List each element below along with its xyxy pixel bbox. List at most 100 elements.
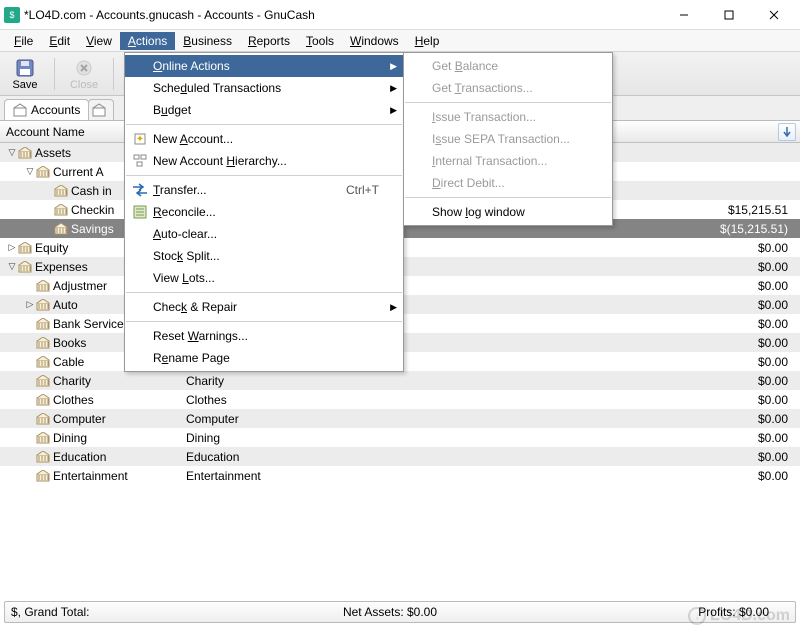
- account-row[interactable]: DiningDining$0.00: [0, 428, 800, 447]
- bank-icon: [36, 394, 50, 406]
- account-name-cell: Charity: [0, 371, 180, 390]
- account-name: Assets: [35, 146, 71, 160]
- menu-item: Direct Debit...: [404, 172, 612, 194]
- menu-item-label: Reset Warnings...: [153, 329, 379, 343]
- maximize-button[interactable]: [706, 0, 751, 30]
- account-total-cell: $0.00: [410, 431, 800, 445]
- account-name: Cash in: [71, 184, 112, 198]
- menu-view[interactable]: View: [78, 32, 120, 50]
- account-row[interactable]: EducationEducation$0.00: [0, 447, 800, 466]
- tab-label: Accounts: [31, 103, 80, 117]
- expand-toggle[interactable]: ▷: [6, 242, 18, 253]
- menu-item-label: Check & Repair: [153, 300, 379, 314]
- expand-toggle[interactable]: ▷: [24, 299, 36, 310]
- bank-icon: [18, 242, 32, 254]
- account-name: Current A: [53, 165, 104, 179]
- menu-item[interactable]: Check & Repair▶: [125, 296, 403, 318]
- account-name-cell: Clothes: [0, 390, 180, 409]
- menu-item-icon: [408, 57, 430, 75]
- account-total-cell: $0.00: [410, 241, 800, 255]
- menu-item[interactable]: Online Actions▶: [125, 55, 403, 77]
- save-icon: [14, 57, 36, 79]
- menu-item[interactable]: Auto-clear...: [125, 223, 403, 245]
- menu-item: Internal Transaction...: [404, 150, 612, 172]
- menu-reports[interactable]: Reports: [240, 32, 298, 50]
- close-label: Close: [70, 79, 98, 91]
- menu-item-label: Auto-clear...: [153, 227, 379, 241]
- account-row[interactable]: ClothesClothes$0.00: [0, 390, 800, 409]
- menu-item-label: New Account...: [153, 132, 379, 146]
- minimize-button[interactable]: [661, 0, 706, 30]
- expand-toggle[interactable]: ▽: [6, 147, 18, 158]
- menu-separator: [126, 292, 402, 293]
- account-total-cell: $0.00: [410, 412, 800, 426]
- menu-item-label: Get Balance: [432, 59, 588, 73]
- account-name-cell: Dining: [0, 428, 180, 447]
- menu-item[interactable]: Budget▶: [125, 99, 403, 121]
- column-chooser-button[interactable]: [778, 123, 796, 141]
- account-name: Expenses: [35, 260, 88, 274]
- menu-item[interactable]: Reset Warnings...: [125, 325, 403, 347]
- bank-icon: [36, 470, 50, 482]
- toolbar-separator: [113, 58, 114, 90]
- account-total-cell: $0.00: [410, 336, 800, 350]
- account-desc-cell: Entertainment: [180, 466, 410, 485]
- submenu-arrow-icon: ▶: [390, 83, 397, 94]
- account-name: Computer: [53, 412, 106, 426]
- account-total-cell: $0.00: [410, 260, 800, 274]
- svg-text:$: $: [9, 10, 14, 20]
- menu-edit[interactable]: Edit: [41, 32, 78, 50]
- accounts-tab-icon: [13, 103, 27, 117]
- menu-windows[interactable]: Windows: [342, 32, 407, 50]
- expand-toggle[interactable]: ▽: [6, 261, 18, 272]
- bank-icon: [18, 147, 32, 159]
- save-button[interactable]: Save: [6, 57, 44, 91]
- menu-item[interactable]: Reconcile...: [125, 201, 403, 223]
- menu-item[interactable]: Show log window: [404, 201, 612, 223]
- menu-item-icon: [129, 327, 151, 345]
- menu-item[interactable]: Transfer...Ctrl+T: [125, 179, 403, 201]
- account-total-cell: $0.00: [410, 317, 800, 331]
- submenu-arrow-icon: ▶: [390, 61, 397, 72]
- menu-file[interactable]: File: [6, 32, 41, 50]
- bank-icon: [36, 166, 50, 178]
- account-row[interactable]: CharityCharity$0.00: [0, 371, 800, 390]
- window-controls: [661, 0, 796, 30]
- online-actions-submenu: Get BalanceGet Transactions...Issue Tran…: [403, 52, 613, 226]
- menu-tools[interactable]: Tools: [298, 32, 342, 50]
- menu-separator: [405, 102, 611, 103]
- menu-item-label: Show log window: [432, 205, 588, 219]
- menu-business[interactable]: Business: [175, 32, 240, 50]
- account-total-cell: $0.00: [410, 355, 800, 369]
- menu-item-label: New Account Hierarchy...: [153, 154, 379, 168]
- menu-item[interactable]: Stock Split...: [125, 245, 403, 267]
- tab-secondary[interactable]: [88, 99, 114, 120]
- menu-item-label: Issue SEPA Transaction...: [432, 132, 588, 146]
- app-icon: $: [4, 7, 20, 23]
- menu-item[interactable]: View Lots...: [125, 267, 403, 289]
- account-name: Adjustmer: [53, 279, 107, 293]
- menu-item-icon: [129, 225, 151, 243]
- account-name: Charity: [53, 374, 91, 388]
- expand-toggle[interactable]: ▽: [24, 166, 36, 177]
- menu-actions[interactable]: Actions: [120, 32, 175, 50]
- save-label: Save: [12, 79, 37, 91]
- close-button[interactable]: [751, 0, 796, 30]
- tab-accounts[interactable]: Accounts: [4, 99, 89, 120]
- bank-icon: [36, 280, 50, 292]
- account-total-cell: $0.00: [410, 298, 800, 312]
- menu-item-icon: [408, 130, 430, 148]
- menu-item[interactable]: New Account Hierarchy...: [125, 150, 403, 172]
- account-row[interactable]: EntertainmentEntertainment$0.00: [0, 466, 800, 485]
- titlebar: $ *LO4D.com - Accounts.gnucash - Account…: [0, 0, 800, 30]
- menu-item[interactable]: Rename Page: [125, 347, 403, 369]
- menu-item[interactable]: Scheduled Transactions▶: [125, 77, 403, 99]
- bank-icon: [36, 299, 50, 311]
- menu-item: Get Balance: [404, 55, 612, 77]
- menu-separator: [126, 124, 402, 125]
- account-desc-cell: Charity: [180, 371, 410, 390]
- account-row[interactable]: ComputerComputer$0.00: [0, 409, 800, 428]
- menu-item[interactable]: ✦New Account...: [125, 128, 403, 150]
- menu-help[interactable]: Help: [407, 32, 448, 50]
- close-tab-button[interactable]: Close: [65, 57, 103, 91]
